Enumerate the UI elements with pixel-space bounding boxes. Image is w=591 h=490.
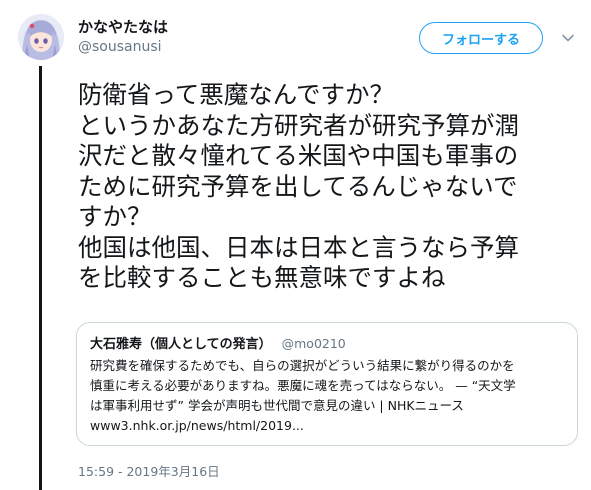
quoted-line: 慎重に考える必要がありますね。悪魔に魂を売ってはならない。 — “天文学 xyxy=(90,378,516,393)
avatar[interactable] xyxy=(18,14,64,60)
quoted-username: @mo0210 xyxy=(281,336,346,351)
tweet-line: ために研究予算を出してるんじゃないで xyxy=(78,171,518,201)
display-name[interactable]: かなやたなは xyxy=(78,16,168,37)
quoted-line: は軍事利用せず” 学会が声明も世代間で意見の違い | NHKニュース xyxy=(90,398,464,413)
quoted-tweet-header: 大石雅寿（個人としての発言） @mo0210 xyxy=(90,333,346,352)
tweet-line: 沢だと散々憧れてる米国や中国も軍事の xyxy=(78,141,519,170)
quoted-link[interactable]: www3.nhk.or.jp/news/html/2019... xyxy=(90,416,570,436)
username[interactable]: @sousanusi xyxy=(78,39,162,55)
follow-button[interactable]: フォローする xyxy=(419,22,543,54)
quoted-line: 研究費を確保するためでも、自らの選択がどういう結果に繋がり得るのかを xyxy=(90,358,515,373)
tweet-line: 他国は他国、日本は日本と言うなら予算 xyxy=(78,232,519,262)
quoted-display-name: 大石雅寿（個人としての発言） xyxy=(90,337,272,352)
quoted-tweet-text: 研究費を確保するためでも、自らの選択がどういう結果に繋がり得るのかを 慎重に考え… xyxy=(90,356,570,436)
tweet-text: 防衛省って悪魔なんですか？ というかあなた方研究者が研究予算が潤 沢だと散々憧れ… xyxy=(78,80,588,294)
tweet-line: というかあなた方研究者が研究予算が潤 xyxy=(78,110,519,140)
tweet-line: 防衛省って悪魔なんですか？ xyxy=(78,80,395,109)
thread-connector-line xyxy=(39,66,42,490)
tweet-line: を比較することも無意味ですよね xyxy=(78,263,446,292)
chevron-down-icon[interactable] xyxy=(561,30,575,44)
tweet-line: すか？ xyxy=(78,202,152,231)
anime-avatar-icon xyxy=(18,14,64,60)
timestamp[interactable]: 15:59 - 2019年3月16日 xyxy=(78,461,220,480)
quoted-tweet-card[interactable]: 大石雅寿（個人としての発言） @mo0210 研究費を確保するためでも、自らの選択… xyxy=(76,322,578,446)
